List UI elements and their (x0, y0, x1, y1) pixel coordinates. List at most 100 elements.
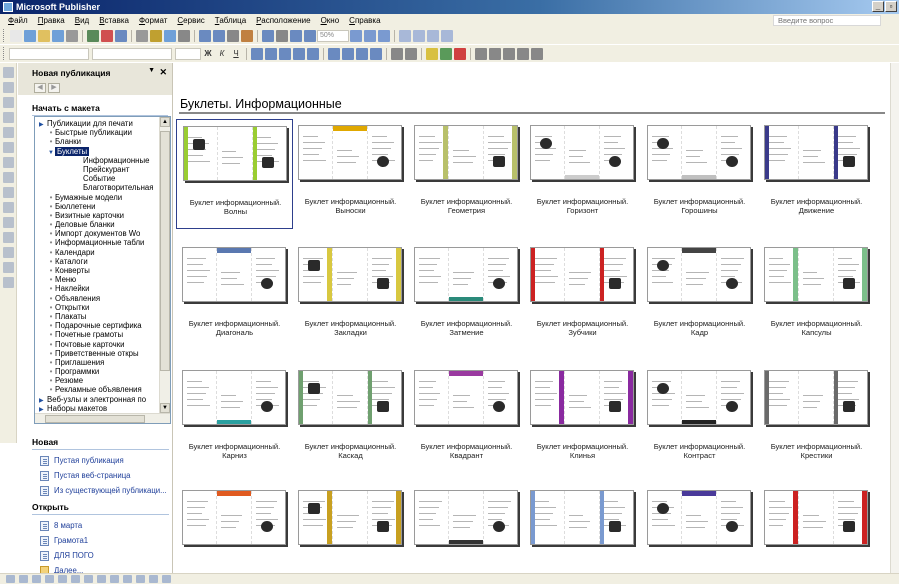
print-icon[interactable] (66, 29, 78, 42)
line-spacing-icon[interactable] (307, 47, 319, 60)
template-card[interactable]: Буклет информационный. Движение (758, 119, 875, 229)
oval-icon[interactable] (3, 187, 14, 198)
expand-arrow-icon[interactable]: ▶ (39, 121, 47, 128)
template-card[interactable]: Буклет информационный. Закладки (292, 241, 409, 351)
tree-item[interactable]: • Календари (35, 248, 170, 257)
tree-item[interactable]: • Приглашения (35, 358, 170, 367)
gallery-scrollbar[interactable] (890, 63, 899, 573)
rotate-icon[interactable] (262, 29, 274, 42)
menu-item[interactable]: Таблица (210, 16, 251, 25)
wordart-icon[interactable] (3, 112, 14, 123)
template-card[interactable]: Буклет информационный. Геометрия (408, 119, 525, 229)
page-nav-icon[interactable] (6, 575, 15, 583)
copy-icon[interactable] (150, 29, 162, 42)
menu-item[interactable]: Вставка (94, 16, 134, 25)
text-icon[interactable] (149, 575, 158, 583)
link-label[interactable]: Пустая веб-страница (54, 471, 131, 480)
wordart-icon[interactable] (71, 575, 80, 583)
blank-publication-link[interactable]: Пустая публикация (18, 453, 173, 468)
layout-icon[interactable] (58, 575, 67, 583)
hscroll-thumb[interactable] (45, 415, 145, 423)
select-objects-icon[interactable] (3, 67, 14, 78)
font-select[interactable] (92, 47, 172, 60)
expand-arrow-icon[interactable]: ▶ (39, 406, 47, 413)
tree-item[interactable]: Событие (35, 174, 170, 183)
template-card[interactable]: Буклет информационный. Квадрант (408, 364, 525, 474)
tree-item[interactable]: • Каталоги (35, 257, 170, 266)
expand-arrow-icon[interactable]: ▶ (39, 397, 47, 404)
tree-item[interactable]: • Меню (35, 275, 170, 284)
font-size-select[interactable] (175, 47, 201, 60)
increase-indent-icon[interactable] (370, 47, 382, 60)
template-card[interactable]: Буклет информационный. Контраст (641, 364, 758, 474)
tree-item[interactable]: • Плакаты (35, 312, 170, 321)
print-preview-icon[interactable] (87, 29, 99, 42)
tree-item[interactable]: • Объявления (35, 294, 170, 303)
template-card[interactable]: Буклет информационный. Каскад (292, 364, 409, 474)
tree-item[interactable]: • Наклейки (35, 284, 170, 293)
tree-item[interactable]: • Открытки (35, 303, 170, 312)
tree-item[interactable]: Благотворительная (35, 183, 170, 192)
tree-item[interactable]: • Импорт документов Wo (35, 229, 170, 238)
brush-icon[interactable] (136, 575, 145, 583)
rectangle-icon[interactable] (3, 202, 14, 213)
clip-organizer-icon[interactable] (3, 142, 14, 153)
menu-item[interactable]: Справка (344, 16, 385, 25)
arrow-icon[interactable] (3, 172, 14, 183)
line-style-icon[interactable] (399, 29, 411, 42)
tree-item[interactable]: • Конверты (35, 266, 170, 275)
bold-button[interactable]: Ж (202, 48, 214, 60)
text-box-icon[interactable] (3, 82, 14, 93)
menu-item[interactable]: Окно (316, 16, 345, 25)
bring-forward-icon[interactable] (227, 29, 239, 42)
link-label[interactable]: ДЛЯ ПОГО (54, 551, 94, 560)
template-card[interactable]: Буклет информационный. Зубчики (524, 241, 641, 351)
back-arrow-icon[interactable]: ◀ (34, 83, 46, 93)
style-select[interactable] (9, 47, 89, 60)
tree-item[interactable]: • Подарочные сертифика (35, 321, 170, 330)
italic-button[interactable]: К (216, 48, 228, 60)
research-icon[interactable] (115, 29, 127, 42)
ask-question-input[interactable] (773, 15, 881, 26)
tree-item[interactable]: • Программки (35, 367, 170, 376)
tree-item[interactable]: ▶ Наборы макетов (35, 404, 170, 413)
template-card[interactable]: Буклет информационный. Затмение (408, 241, 525, 351)
blank-web-page-link[interactable]: Пустая веб-страница (18, 468, 173, 483)
scroll-thumb[interactable] (160, 131, 170, 371)
html-fragment-icon[interactable] (3, 262, 14, 273)
arrow-style-icon[interactable] (427, 29, 439, 42)
fill-icon[interactable] (123, 575, 132, 583)
tree-item[interactable]: ▼ Буклеты (35, 146, 170, 156)
recent-file-link[interactable]: Грамота1 (18, 533, 173, 548)
template-card[interactable] (641, 484, 758, 573)
columns-icon[interactable] (290, 29, 302, 42)
font-color-icon[interactable] (454, 47, 466, 60)
toolbar-grip[interactable] (3, 47, 6, 60)
paste-icon[interactable] (164, 29, 176, 42)
picture-frame-icon[interactable] (3, 127, 14, 138)
dash-style-icon[interactable] (489, 47, 501, 60)
tree-item[interactable]: Информационные (35, 156, 170, 165)
menu-item[interactable]: Файл (3, 16, 33, 25)
shadow-style-icon[interactable] (441, 29, 453, 42)
link-label[interactable]: 8 марта (54, 521, 82, 530)
publication-type-tree[interactable]: ▶ Публикации для печати • Быстрые публикаци… (34, 116, 171, 424)
hot-spot-icon[interactable] (3, 232, 14, 243)
forward-arrow-icon[interactable]: ▶ (48, 83, 60, 93)
zoom-out-icon[interactable] (350, 29, 362, 42)
line-style-icon[interactable] (475, 47, 487, 60)
bullets-icon[interactable] (342, 47, 354, 60)
form-control-icon[interactable] (3, 247, 14, 258)
email-icon[interactable] (52, 29, 64, 42)
link-label[interactable]: Пустая публикация (54, 456, 124, 465)
menu-item[interactable]: Правка (33, 16, 70, 25)
help-icon[interactable] (378, 29, 390, 42)
line-icon[interactable] (97, 575, 106, 583)
tree-item[interactable]: ▶ Веб-узлы и электронная по (35, 395, 170, 404)
tree-item[interactable]: • Быстрые публикации (35, 128, 170, 137)
template-card[interactable] (524, 484, 641, 573)
tree-item[interactable]: • Рекламные объявления (35, 385, 170, 394)
restore-button[interactable]: ▫ (885, 1, 897, 12)
template-card[interactable]: Буклет информационный. Волны (176, 119, 293, 229)
toolbar-grip[interactable] (3, 29, 6, 42)
